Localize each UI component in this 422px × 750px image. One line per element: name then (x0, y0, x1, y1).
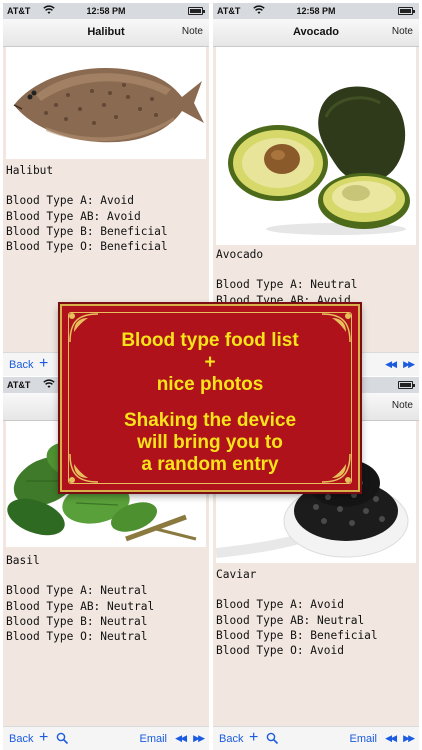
wifi-icon (43, 379, 55, 388)
promo-line: Blood type food list (121, 330, 299, 351)
fast-forward-icon[interactable]: ▶▶ (403, 359, 415, 370)
blood-type-o-line: Blood Type O: Neutral (6, 630, 148, 643)
page-title: Avocado (292, 26, 340, 38)
food-photo-avocado (216, 47, 416, 245)
clock: 12:58 PM (86, 6, 126, 16)
rewind-icon[interactable]: ◀◀ (175, 733, 187, 744)
promo-banner: Blood type food list + nice photos Shaki… (60, 304, 360, 492)
clock: 12:58 PM (296, 6, 336, 16)
food-info: Avocado Blood Type A: Neutral Blood Type… (216, 247, 416, 308)
status-bar: AT&T 12:58 PM (213, 3, 419, 19)
food-photo-halibut (6, 47, 206, 159)
note-button[interactable]: Note (392, 26, 413, 37)
food-name: Avocado (216, 248, 264, 261)
blood-type-a-line: Blood Type A: Avoid (216, 598, 344, 612)
carrier-label: AT&T (7, 380, 31, 390)
fast-forward-icon[interactable]: ▶▶ (193, 733, 205, 744)
promo-line: Shaking the device (123, 410, 297, 431)
food-name: Halibut (6, 164, 54, 177)
plus-icon[interactable]: + (39, 729, 48, 747)
halibut-image (13, 68, 204, 143)
blood-type-ab-line: Blood Type AB: Avoid (6, 209, 141, 223)
avocado-image (228, 86, 410, 235)
blood-type-b-line: Blood Type B: Beneficial (216, 628, 378, 642)
food-name: Basil (6, 554, 40, 567)
bottom-toolbar: Back + Email ◀◀ ▶▶ (3, 726, 209, 750)
rewind-icon[interactable]: ◀◀ (385, 359, 397, 370)
battery-icon (188, 7, 205, 15)
promo-line: a random entry (141, 454, 279, 475)
food-info: Caviar Blood Type A: Avoid Blood Type AB… (216, 567, 416, 658)
rewind-icon[interactable]: ◀◀ (385, 733, 397, 744)
battery-icon (398, 381, 415, 389)
nav-bar: Halibut Note (3, 19, 209, 47)
food-info: Basil Blood Type A: Neutral Blood Type A… (6, 553, 206, 644)
blood-type-a-line: Blood Type A: Neutral (216, 278, 358, 292)
promo-line: will bring you to (137, 432, 283, 453)
note-button[interactable]: Note (182, 26, 203, 37)
battery-icon (398, 7, 415, 15)
email-button[interactable]: Email (349, 733, 377, 745)
email-button[interactable]: Email (139, 733, 167, 745)
food-info: Halibut Blood Type A: Avoid Blood Type A… (6, 163, 206, 254)
status-bar: AT&T 12:58 PM (3, 3, 209, 19)
page-title: Halibut (87, 26, 125, 38)
promo-text: Blood type food list + nice photos Shaki… (62, 330, 358, 476)
blood-type-ab-line: Blood Type AB: Neutral (216, 613, 365, 627)
nav-bar: Avocado Note (213, 19, 419, 47)
blood-type-b-line: Blood Type B: Neutral (6, 614, 148, 628)
blood-type-o-line: Blood Type O: Avoid (216, 644, 344, 657)
fast-forward-icon[interactable]: ▶▶ (403, 733, 415, 744)
blood-type-b-line: Blood Type B: Beneficial (6, 224, 168, 238)
back-button[interactable]: Back (9, 733, 33, 745)
plus-icon[interactable]: + (249, 729, 258, 747)
search-icon[interactable] (266, 732, 279, 745)
bottom-toolbar: Back + Email ◀◀ ▶▶ (213, 726, 419, 750)
promo-line: + (204, 352, 216, 373)
food-name: Caviar (216, 568, 257, 581)
note-button[interactable]: Note (392, 400, 413, 411)
search-icon[interactable] (56, 732, 69, 745)
plus-icon[interactable]: + (39, 355, 48, 373)
blood-type-a-line: Blood Type A: Neutral (6, 584, 148, 598)
promo-line: nice photos (156, 374, 264, 395)
blood-type-o-line: Blood Type O: Beneficial (6, 240, 168, 253)
back-button[interactable]: Back (219, 733, 243, 745)
blood-type-ab-line: Blood Type AB: Neutral (6, 599, 155, 613)
back-button[interactable]: Back (9, 359, 33, 371)
blood-type-a-line: Blood Type A: Avoid (6, 194, 134, 208)
